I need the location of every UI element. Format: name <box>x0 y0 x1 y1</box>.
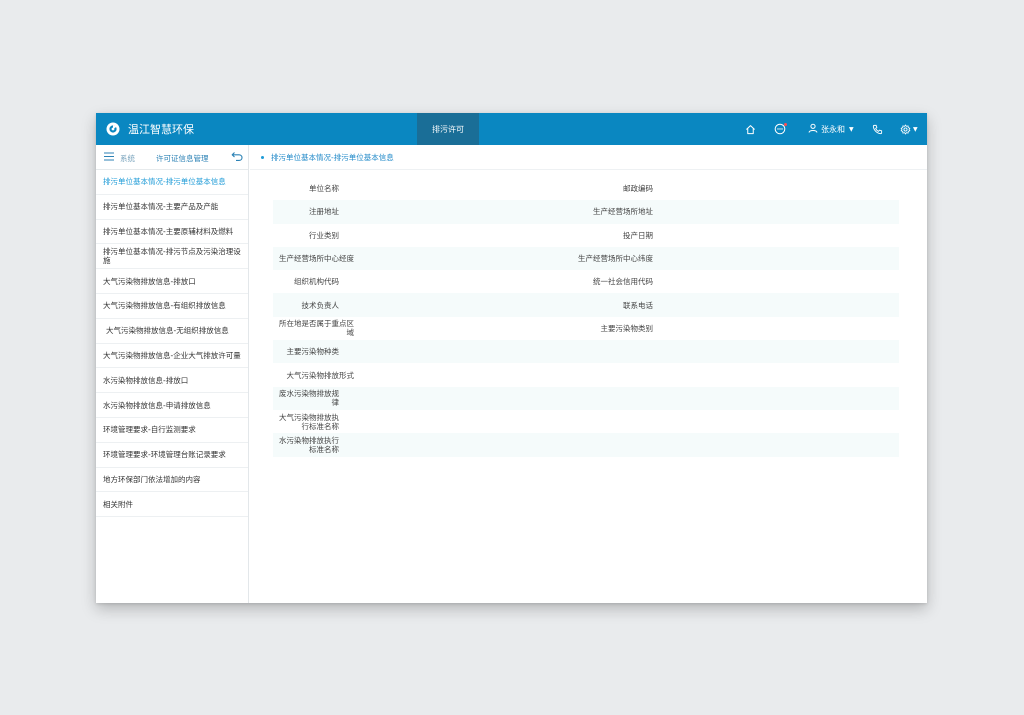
field-label: 组织机构代码 <box>294 277 339 287</box>
field-label: 统一社会信用代码 <box>593 277 653 287</box>
hamburger-menu-icon[interactable] <box>104 152 114 163</box>
breadcrumb-bullet <box>261 156 264 159</box>
field-label: 生产经营场所中心纬度 <box>578 254 653 264</box>
table-row: 主要污染物种类 <box>273 340 899 364</box>
field-label: 投产日期 <box>623 230 653 240</box>
info-table: 单位名称 邮政编码 注册地址 生产经营场所地址 行业类别 投产日期 生产经营场所… <box>273 177 899 457</box>
notification-badge <box>784 123 787 126</box>
field-label <box>523 363 653 386</box>
sidebar-item-self-monitoring[interactable]: 环境管理要求-自行监测要求 <box>96 418 248 443</box>
field-label: 邮政编码 <box>623 184 653 194</box>
field-label: 注册地址 <box>309 207 339 217</box>
table-row: 单位名称 邮政编码 <box>273 177 899 200</box>
sidebar-item-air-unorganized[interactable]: 大气污染物排放信息-无组织排放信息 <box>96 319 248 344</box>
sidebar-header: 系统 许可证信息管理 <box>96 145 248 170</box>
sidebar-item-air-permit-amount[interactable]: 大气污染物排放信息-企业大气排放许可量 <box>96 344 248 369</box>
sidebar-item-materials[interactable]: 排污单位基本情况-主要原辅材料及燃料 <box>96 220 248 245</box>
back-icon[interactable] <box>231 151 243 164</box>
table-row: 大气污染物排放形式 <box>273 363 899 386</box>
field-label: 主要污染物种类 <box>286 347 340 357</box>
message-icon[interactable] <box>774 113 787 145</box>
field-label: 主要污染物类别 <box>600 323 654 333</box>
table-row: 废水污染物排放规律 <box>273 386 899 410</box>
field-label <box>523 410 653 433</box>
table-row: 生产经营场所中心经度 生产经营场所中心纬度 <box>273 246 899 271</box>
sidebar-menu: 排污单位基本情况-排污单位基本信息 排污单位基本情况-主要产品及产能 排污单位基… <box>96 170 248 518</box>
table-row: 行业类别 投产日期 <box>273 224 899 247</box>
settings-icon[interactable]: ▼ <box>900 113 918 145</box>
app-window: 温江智慧环保 排污许可 张永和 ▼ ▼ 系统 许可证信息管理 排污单位基本情况-… <box>96 113 927 603</box>
field-label: 生产经营场所中心经度 <box>279 254 354 264</box>
user-menu[interactable]: 张永和 ▼ <box>808 113 854 145</box>
field-label <box>523 340 653 363</box>
field-label: 技术负责人 <box>301 300 340 310</box>
table-row: 注册地址 生产经营场所地址 <box>273 200 899 224</box>
sidebar-item-basic-info[interactable]: 排污单位基本情况-排污单位基本信息 <box>96 170 248 195</box>
sidebar-item-local-additions[interactable]: 地方环保部门依法增加的内容 <box>96 468 248 493</box>
user-icon <box>808 123 818 135</box>
home-icon[interactable] <box>745 113 756 145</box>
current-module-label: 许可证信息管理 <box>156 154 209 163</box>
field-label: 大气污染物排放执行标准名称 <box>279 412 339 431</box>
system-label[interactable]: 系统 <box>120 153 135 164</box>
sidebar-item-air-outlets[interactable]: 大气污染物排放信息-排放口 <box>96 269 248 294</box>
field-label: 联系电话 <box>623 300 653 310</box>
sidebar-item-products[interactable]: 排污单位基本情况-主要产品及产能 <box>96 195 248 220</box>
field-label: 行业类别 <box>309 230 339 240</box>
app-title: 温江智慧环保 <box>128 123 194 136</box>
breadcrumb: 排污单位基本情况-排污单位基本信息 <box>250 145 927 170</box>
main-content: 排污单位基本情况-排污单位基本信息 单位名称 邮政编码 注册地址 生产经营场所地… <box>250 145 927 603</box>
chevron-down-icon: ▼ <box>849 125 854 133</box>
user-name: 张永和 <box>821 124 845 134</box>
field-label: 所在地是否属于重点区域 <box>279 319 354 338</box>
sidebar-item-discharge-nodes[interactable]: 排污单位基本情况-排污节点及污染治理设施 <box>96 244 248 270</box>
tab-pollution-permit[interactable]: 排污许可 <box>417 113 479 145</box>
sidebar-item-water-outlets[interactable]: 水污染物排放信息-排放口 <box>96 368 248 394</box>
chevron-down-icon: ▼ <box>913 125 918 133</box>
phone-icon[interactable] <box>872 113 883 145</box>
sidebar-item-ledger-records[interactable]: 环境管理要求-环境管理台账记录要求 <box>96 443 248 468</box>
field-label: 生产经营场所地址 <box>593 207 653 217</box>
field-label: 水污染物排放执行标准名称 <box>279 435 339 454</box>
logo-icon <box>106 122 120 136</box>
field-label <box>523 433 653 456</box>
field-label: 废水污染物排放规律 <box>279 389 339 408</box>
field-label <box>523 387 653 410</box>
field-label: 大气污染物排放形式 <box>286 370 355 380</box>
table-row: 所在地是否属于重点区域 主要污染物类别 <box>273 317 899 340</box>
table-row: 大气污染物排放执行标准名称 <box>273 410 899 433</box>
table-row: 技术负责人 联系电话 <box>273 293 899 317</box>
sidebar-item-water-application[interactable]: 水污染物排放信息-申请排放信息 <box>96 393 248 418</box>
field-label: 单位名称 <box>309 184 339 194</box>
top-navbar: 温江智慧环保 排污许可 张永和 ▼ ▼ <box>96 113 927 145</box>
sidebar: 系统 许可证信息管理 排污单位基本情况-排污单位基本信息 排污单位基本情况-主要… <box>96 145 249 603</box>
sidebar-item-air-organized[interactable]: 大气污染物排放信息-有组织排放信息 <box>96 294 248 319</box>
sidebar-item-attachments[interactable]: 相关附件 <box>96 492 248 518</box>
table-row: 水污染物排放执行标准名称 <box>273 433 899 457</box>
breadcrumb-title: 排污单位基本情况-排污单位基本信息 <box>271 153 394 162</box>
table-row: 组织机构代码 统一社会信用代码 <box>273 270 899 293</box>
brand[interactable]: 温江智慧环保 <box>106 113 194 145</box>
